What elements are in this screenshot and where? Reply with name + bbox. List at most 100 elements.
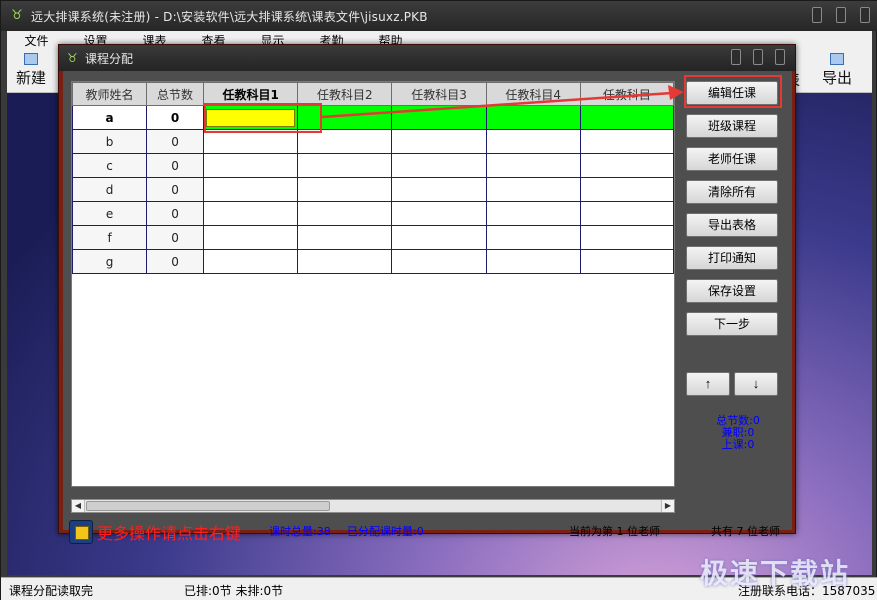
subject-cell[interactable] — [391, 153, 487, 178]
close-button[interactable] — [860, 7, 870, 23]
clear-all-button[interactable]: 清除所有 — [686, 180, 778, 204]
teacher-name-cell[interactable]: a — [72, 105, 148, 130]
subject-cell[interactable] — [297, 153, 393, 178]
subject-cell[interactable] — [203, 249, 299, 274]
subject-cell[interactable] — [391, 177, 487, 202]
new-button[interactable]: 新建 — [9, 52, 53, 90]
status-schedule-count: 已排:0节 未排:0节 — [184, 584, 284, 598]
main-window-title: 远大排课系统(未注册) - D:\安装软件\远大排课系统\课表文件\jisuxz… — [31, 9, 428, 24]
hint-icon — [69, 520, 93, 544]
dialog-maximize-button[interactable] — [753, 49, 763, 65]
dialog-titlebar[interactable]: ♉ 课程分配 — [59, 45, 795, 71]
edit-assignment-button[interactable]: 编辑任课 — [686, 81, 778, 105]
total-hours-label: 课时总量:38 — [269, 525, 331, 538]
subject-cell[interactable] — [485, 177, 581, 202]
subject-cell[interactable] — [203, 153, 299, 178]
subject-cell[interactable] — [485, 225, 581, 250]
class-courses-button[interactable]: 班级课程 — [686, 114, 778, 138]
export-icon — [830, 53, 844, 65]
minimize-button[interactable] — [812, 7, 822, 23]
main-titlebar[interactable]: ♉ 远大排课系统(未注册) - D:\安装软件\远大排课系统\课表文件\jisu… — [1, 1, 877, 31]
table-row[interactable]: b 0 — [72, 129, 674, 154]
subject-cell[interactable] — [485, 249, 581, 274]
maximize-button[interactable] — [836, 7, 846, 23]
move-down-button[interactable]: ↓ — [734, 372, 778, 396]
subject-cell[interactable] — [203, 225, 299, 250]
table-row[interactable]: c 0 — [72, 153, 674, 178]
dialog-minimize-button[interactable] — [731, 49, 741, 65]
subject-cell-selected[interactable] — [203, 105, 299, 130]
subject-cell[interactable] — [579, 129, 674, 154]
subject-cell[interactable] — [579, 105, 674, 130]
app-logo-icon: ♉ — [11, 8, 23, 23]
teacher-assignment-button[interactable]: 老师任课 — [686, 147, 778, 171]
subject-cell[interactable] — [485, 153, 581, 178]
scroll-right-icon[interactable]: ▶ — [661, 500, 674, 512]
subject-cell[interactable] — [391, 201, 487, 226]
total-count-cell[interactable]: 0 — [146, 177, 205, 202]
print-notice-button[interactable]: 打印通知 — [686, 246, 778, 270]
col-header-subject-1[interactable]: 任教科目1 — [203, 82, 299, 106]
table-row[interactable]: g 0 — [72, 249, 674, 274]
col-header-teacher[interactable]: 教师姓名 — [72, 82, 148, 106]
subject-cell[interactable] — [579, 201, 674, 226]
subject-cell[interactable] — [579, 249, 674, 274]
table-row[interactable]: a 0 — [72, 105, 674, 130]
teacher-name-cell[interactable]: b — [72, 129, 148, 154]
stat-class: 上课:0 — [721, 438, 755, 451]
scroll-left-icon[interactable]: ◀ — [72, 500, 85, 512]
subject-cell[interactable] — [297, 249, 393, 274]
subject-cell[interactable] — [485, 201, 581, 226]
subject-cell[interactable] — [391, 225, 487, 250]
subject-cell[interactable] — [391, 105, 487, 130]
col-header-total[interactable]: 总节数 — [146, 82, 205, 106]
teacher-name-cell[interactable]: d — [72, 177, 148, 202]
dialog-close-button[interactable] — [775, 49, 785, 65]
subject-cell[interactable] — [297, 225, 393, 250]
subject-cell[interactable] — [579, 177, 674, 202]
dialog-controls — [731, 49, 785, 65]
total-count-cell[interactable]: 0 — [146, 129, 205, 154]
next-step-button[interactable]: 下一步 — [686, 312, 778, 336]
subject-cell[interactable] — [391, 249, 487, 274]
table-row[interactable]: f 0 — [72, 225, 674, 250]
subject-cell[interactable] — [391, 129, 487, 154]
total-count-cell[interactable]: 0 — [146, 249, 205, 274]
total-count-cell[interactable]: 0 — [146, 201, 205, 226]
total-count-cell[interactable]: 0 — [146, 153, 205, 178]
subject-cell[interactable] — [579, 225, 674, 250]
teacher-name-cell[interactable]: f — [72, 225, 148, 250]
assignment-grid-panel: 教师姓名 总节数 任教科目1 任教科目2 任教科目3 任教科目4 任教科目 a … — [71, 81, 675, 487]
save-settings-button[interactable]: 保存设置 — [686, 279, 778, 303]
subject-cell[interactable] — [203, 177, 299, 202]
subject-cell[interactable] — [579, 153, 674, 178]
subject-cell[interactable] — [297, 201, 393, 226]
col-header-subject-4[interactable]: 任教科目4 — [485, 82, 581, 106]
teacher-name-cell[interactable]: c — [72, 153, 148, 178]
teacher-name-cell[interactable]: e — [72, 201, 148, 226]
table-row[interactable]: d 0 — [72, 177, 674, 202]
horizontal-scrollbar[interactable]: ◀ ▶ — [71, 499, 675, 513]
scrollbar-thumb[interactable] — [86, 501, 330, 511]
subject-cell[interactable] — [297, 105, 393, 130]
col-header-subject-5[interactable]: 任教科目 — [579, 82, 674, 106]
new-file-icon — [24, 53, 38, 65]
col-header-subject-2[interactable]: 任教科目2 — [297, 82, 393, 106]
total-count-cell[interactable]: 0 — [146, 225, 205, 250]
subject-cell[interactable] — [297, 177, 393, 202]
subject-cell[interactable] — [485, 105, 581, 130]
watermark: 极速下载站 — [700, 557, 851, 590]
export-button[interactable]: 导出 — [815, 52, 859, 90]
move-up-button[interactable]: ↑ — [686, 372, 730, 396]
table-row[interactable]: e 0 — [72, 201, 674, 226]
subject-cell[interactable] — [203, 201, 299, 226]
dialog-title: 课程分配 — [85, 51, 134, 66]
subject-cell[interactable] — [203, 129, 299, 154]
teacher-name-cell[interactable]: g — [72, 249, 148, 274]
subject-cell[interactable] — [485, 129, 581, 154]
export-table-button[interactable]: 导出表格 — [686, 213, 778, 237]
export-button-label: 导出 — [821, 69, 852, 87]
subject-cell[interactable] — [297, 129, 393, 154]
col-header-subject-3[interactable]: 任教科目3 — [391, 82, 487, 106]
total-count-cell[interactable]: 0 — [146, 105, 205, 130]
